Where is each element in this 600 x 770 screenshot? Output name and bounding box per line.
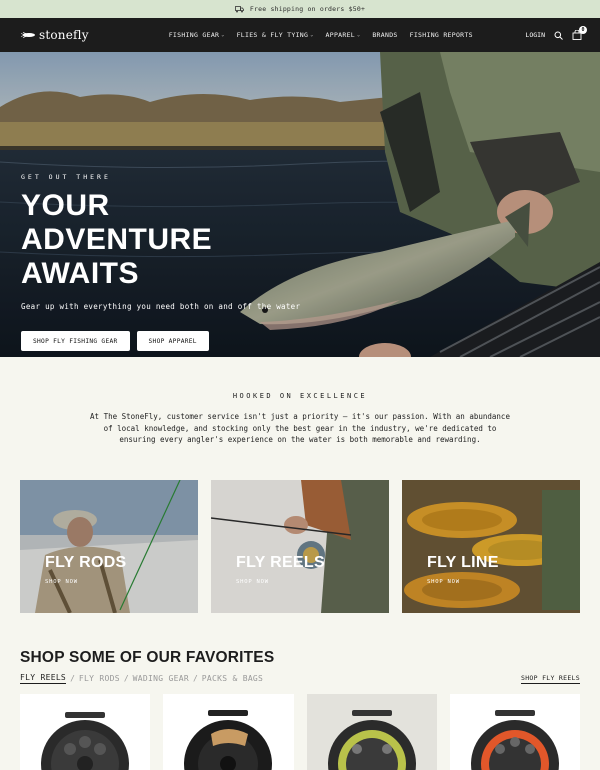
favorites-title: SHOP SOME OF OUR FAVORITES [20,649,275,666]
nav-item-apparel[interactable]: APPAREL ⌄ [326,31,361,39]
nav-label: APPAREL [325,31,356,39]
hero-buttons: SHOP FLY FISHING GEAR SHOP APPAREL [21,331,300,351]
collection-title: FLY RODS [45,554,127,571]
product-image [306,694,437,770]
shop-apparel-button[interactable]: SHOP APPAREL [136,331,209,351]
hero-eyebrow: GET OUT THERE [21,173,111,181]
nav-label: FISHING GEAR [168,31,220,39]
tab-fly-reels[interactable]: FLY REELS [20,673,67,684]
truck-icon [235,5,244,12]
nav-label: FLIES & FLY TYING [236,31,309,39]
tab-packs-bags[interactable]: PACKS & BAGS [202,674,263,683]
product-card[interactable] [163,694,294,770]
shop-fly-reels-link[interactable]: SHOP FLY REELS [521,674,580,684]
product-image [184,710,273,770]
product-carousel [20,694,580,770]
product-card[interactable] [449,694,580,770]
collection-shop-link[interactable]: SHOP NOW [45,579,78,585]
intro-section: HOOKED ON EXCELLENCE At The StoneFly, cu… [0,357,600,480]
nav-item-flies-fly-tying[interactable]: FLIES & FLY TYING ⌄ [237,31,314,39]
favorites-tabs: FLY REELS / FLY RODS / WADING GEAR / PAC… [20,673,580,684]
hero-subtitle: Gear up with everything you need both on… [21,302,301,311]
logo-text: stonefly [39,28,89,42]
product-image [41,712,129,770]
fly-reels-image [211,480,389,613]
site-header: stonefly FISHING GEAR ⌄ FLIES & FLY TYIN… [0,18,600,52]
hero-title: YOUR ADVENTURE AWAITS [21,189,213,290]
collections-grid: FLY RODS SHOP NOW FLY REELS SHOP NOW FLY… [0,480,600,613]
header-actions: LOGIN 0 [525,26,587,40]
search-icon[interactable] [554,31,563,40]
nav-item-fishing-gear[interactable]: FISHING GEAR ⌄ [169,31,225,39]
nav-item-fishing-reports[interactable]: FISHING REPORTS [410,31,473,39]
cart-button[interactable]: 0 [572,26,587,40]
tab-separator: / [192,674,198,683]
collection-card-fly-reels[interactable]: FLY REELS SHOP NOW [211,480,389,613]
product-image [470,710,559,770]
shop-fly-fishing-gear-button[interactable]: SHOP FLY FISHING GEAR [21,331,130,351]
main-nav: FISHING GEAR ⌄ FLIES & FLY TYING ⌄ APPAR… [169,31,473,39]
collection-card-fly-rods[interactable]: FLY RODS SHOP NOW [20,480,198,613]
announcement-bar: Free shipping on orders $50+ [0,0,600,18]
tab-fly-rods[interactable]: FLY RODS [79,674,120,683]
tab-wading-gear[interactable]: WADING GEAR [133,674,189,683]
fly-rods-image [20,480,198,613]
collection-card-fly-line[interactable]: FLY LINE SHOP NOW [402,480,580,613]
nav-label: FISHING REPORTS [409,31,473,39]
tab-separator: / [123,674,129,683]
nav-item-brands[interactable]: BRANDS [372,31,397,39]
collection-title: FLY REELS [236,554,325,571]
fly-line-image [402,480,580,613]
chevron-down-icon: ⌄ [310,32,314,38]
intro-body: At The StoneFly, customer service isn't … [90,412,510,444]
stonefly-logo-icon [20,32,35,38]
collection-shop-link[interactable]: SHOP NOW [427,579,460,585]
intro-eyebrow: HOOKED ON EXCELLENCE [232,392,368,400]
hero-content: GET OUT THERE YOUR ADVENTURE AWAITS Gear… [21,173,300,351]
cart-count-badge: 0 [579,26,587,34]
login-link[interactable]: LOGIN [525,31,545,39]
announcement-text: Free shipping on orders $50+ [249,5,366,13]
tab-separator: / [70,674,75,683]
chevron-down-icon: ⌄ [221,32,225,38]
collection-title: FLY LINE [427,554,499,571]
product-card[interactable] [306,694,437,770]
favorites-section: SHOP SOME OF OUR FAVORITES FLY REELS / F… [0,613,600,770]
product-card[interactable] [20,694,151,770]
collection-shop-link[interactable]: SHOP NOW [236,579,269,585]
chevron-down-icon: ⌄ [357,32,361,38]
nav-label: BRANDS [372,31,398,39]
site-logo[interactable]: stonefly [20,28,89,42]
hero-banner: GET OUT THERE YOUR ADVENTURE AWAITS Gear… [0,52,600,357]
